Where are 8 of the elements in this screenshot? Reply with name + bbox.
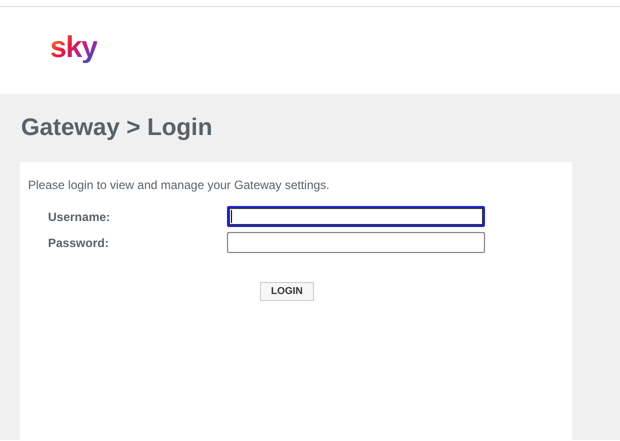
page-title: Gateway > Login — [20, 113, 214, 143]
intro-text: Please login to view and manage your Gateway settings. — [28, 178, 331, 192]
username-field[interactable] — [227, 206, 485, 227]
logo: sky — [50, 32, 98, 62]
password-field[interactable] — [227, 232, 485, 253]
field-label: Password: — [47, 236, 110, 250]
login-button[interactable]: LOGIN — [260, 282, 314, 301]
field-label: Username: — [47, 210, 112, 224]
